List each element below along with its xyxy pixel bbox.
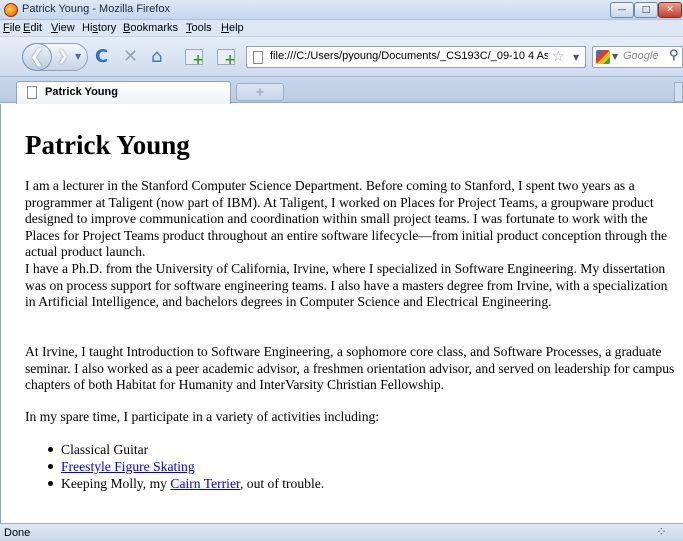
back-forward-group: ❮ ❯ ▼ — [22, 43, 88, 71]
tab-patrick-young[interactable]: Patrick Young — [16, 81, 231, 104]
menu-file[interactable]: File — [3, 22, 21, 34]
menu-bar: File Edit View History Bookmarks Tools H… — [0, 20, 683, 37]
google-engine-icon[interactable] — [596, 50, 610, 64]
tab-page-icon — [27, 86, 37, 99]
menu-view[interactable]: View — [51, 22, 75, 34]
menu-help[interactable]: Help — [221, 22, 244, 34]
forward-button[interactable]: ❯ — [57, 48, 69, 64]
activities-list: Classical Guitar Freestyle Figure Skatin… — [25, 441, 525, 492]
menu-bookmarks[interactable]: Bookmarks — [123, 22, 178, 34]
status-bar: Done ⁘ — [0, 523, 683, 541]
history-dropdown-icon[interactable]: ▼ — [75, 52, 81, 61]
stop-icon[interactable]: ✕ — [123, 47, 138, 67]
new-tab-button[interactable]: + — [236, 83, 284, 101]
resize-grip-icon[interactable]: ⁘ — [656, 524, 667, 540]
search-placeholder[interactable]: Google — [623, 50, 658, 62]
tab-list-button[interactable] — [674, 82, 683, 102]
teaching-paragraph: At Irvine, I taught Introduction to Soft… — [25, 344, 675, 392]
page-heading: Patrick Young — [25, 130, 190, 160]
figure-skating-link[interactable]: Freestyle Figure Skating — [61, 459, 195, 474]
firefox-logo-icon — [4, 3, 18, 17]
list-item: Freestyle Figure Skating — [25, 458, 525, 475]
menu-edit[interactable]: Edit — [23, 22, 42, 34]
page-icon — [253, 51, 263, 64]
search-box[interactable]: ▼ Google ⚲ — [592, 46, 683, 68]
bookmark-star-icon[interactable]: ☆ — [552, 49, 565, 65]
maximize-button[interactable]: □ — [634, 2, 658, 18]
activities-intro: In my spare time, I participate in a var… — [25, 409, 380, 424]
menu-tools[interactable]: Tools — [186, 22, 212, 34]
home-icon[interactable]: ⌂ — [151, 47, 162, 67]
search-engine-dropdown-icon[interactable]: ▼ — [612, 52, 618, 61]
search-icon[interactable]: ⚲ — [669, 48, 679, 63]
tab-bar: Patrick Young + — [0, 77, 683, 104]
title-bar: Patrick Young - Mozilla Firefox — □ ✕ — [0, 0, 683, 20]
menu-history[interactable]: History — [82, 22, 116, 34]
education-paragraph: I have a Ph.D. from the University of Ca… — [25, 261, 668, 309]
back-button[interactable]: ❮ — [22, 43, 52, 71]
url-dropdown-icon[interactable]: ▼ — [573, 53, 579, 62]
url-text[interactable]: file:///C:/Users/pyoung/Documents/_CS193… — [270, 50, 548, 62]
tab-label: Patrick Young — [45, 86, 118, 98]
list-item: Keeping Molly, my Cairn Terrier, out of … — [25, 475, 525, 492]
add-bookmark-folder-icon[interactable] — [217, 49, 236, 68]
window-title: Patrick Young - Mozilla Firefox — [22, 3, 170, 15]
address-bar[interactable]: file:///C:/Users/pyoung/Documents/_CS193… — [246, 46, 586, 68]
page-content: Patrick Young I am a lecturer in the Sta… — [0, 104, 683, 523]
navigation-toolbar: ❮ ❯ ▼ C ✕ ⌂ file:///C:/Users/pyoung/Docu… — [0, 37, 683, 77]
close-window-button[interactable]: ✕ — [658, 2, 682, 18]
cairn-terrier-link[interactable]: Cairn Terrier — [170, 476, 240, 491]
reload-icon[interactable]: C — [95, 47, 108, 67]
bio-paragraph: I am a lecturer in the Stanford Computer… — [25, 178, 668, 259]
add-bookmark-icon[interactable] — [185, 49, 204, 68]
list-item: Classical Guitar — [25, 441, 525, 458]
status-text: Done — [4, 527, 31, 539]
minimize-button[interactable]: — — [610, 2, 634, 18]
